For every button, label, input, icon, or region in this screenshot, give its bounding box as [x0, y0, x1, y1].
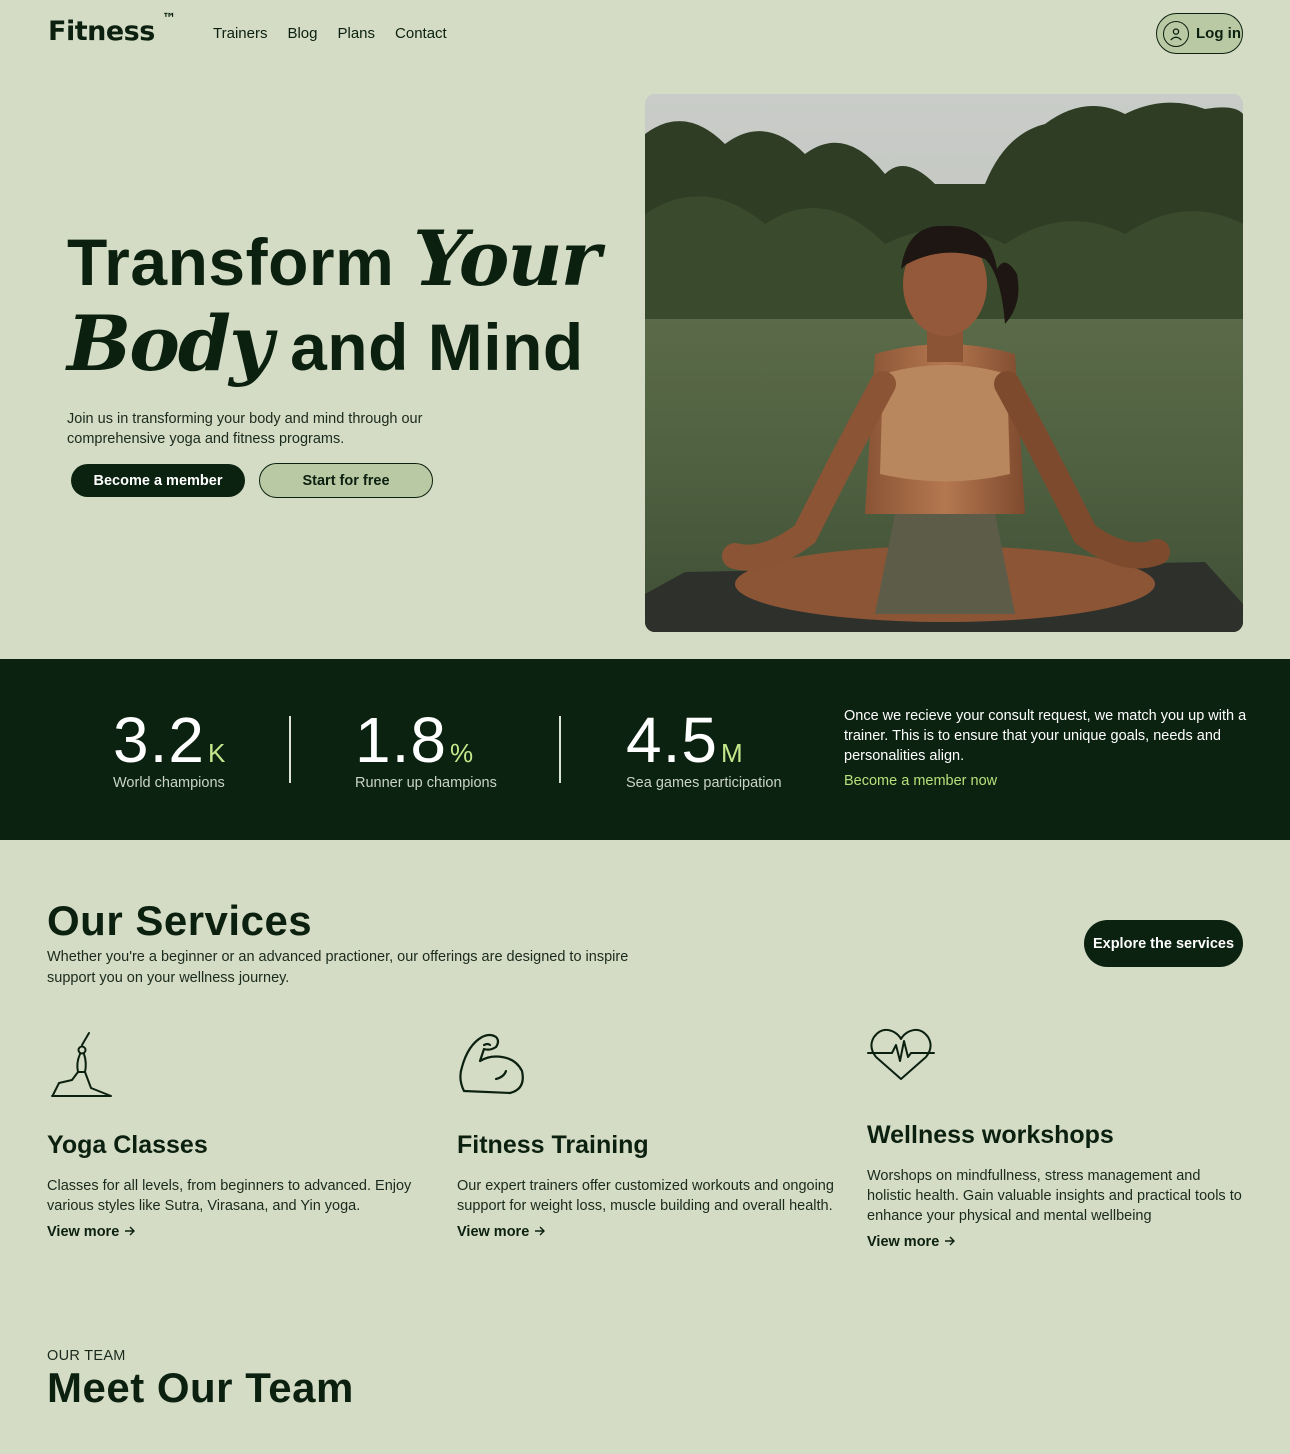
- service-description: Classes for all levels, from beginners t…: [47, 1178, 412, 1214]
- stats-band: 3.2 K World champions 1.8% Runner up cham…: [0, 659, 1290, 840]
- become-member-now-link[interactable]: Become a member now: [844, 773, 997, 789]
- stat-number: 4.5: [626, 704, 718, 776]
- services-title: Our Services: [47, 897, 313, 944]
- stat-number: 3.2: [113, 704, 205, 776]
- arrow-right-icon: [124, 1224, 136, 1240]
- view-more-label: View more: [867, 1234, 940, 1250]
- heartbeat-icon: [866, 1027, 936, 1086]
- become-member-button[interactable]: Become a member: [71, 464, 245, 497]
- service-description: Our expert trainers offer customized wor…: [457, 1178, 834, 1214]
- team-title: Meet Our Team: [47, 1364, 354, 1411]
- top-nav: Fitness ™ Trainers Blog Plans Contact Lo…: [0, 0, 1290, 68]
- explore-services-button[interactable]: Explore the services: [1084, 920, 1243, 967]
- fitness-view-more-link[interactable]: View more: [457, 1224, 546, 1240]
- flexed-arm-icon: [456, 1031, 526, 1102]
- wellness-view-more-link[interactable]: View more: [867, 1234, 956, 1250]
- view-more-label: View more: [457, 1224, 530, 1240]
- hero-photo-illustration: [645, 94, 1243, 632]
- arrow-right-icon: [534, 1224, 546, 1240]
- service-title: Fitness Training: [457, 1131, 649, 1159]
- team-eyebrow: OUR TEAM: [47, 1348, 126, 1364]
- services-subtitle: Whether you're a beginner or an advanced…: [47, 949, 629, 986]
- consult-description: Once we recieve your consult request, we…: [844, 708, 1247, 764]
- stat-unit: %: [449, 738, 474, 768]
- stat-number: 1.8: [355, 704, 447, 776]
- user-circle-icon: [1163, 20, 1189, 47]
- nav-link-plans[interactable]: Plans: [338, 25, 376, 42]
- nav-link-contact[interactable]: Contact: [395, 25, 447, 42]
- site-logo[interactable]: Fitness: [48, 16, 155, 47]
- trademark-mark: ™: [162, 11, 176, 27]
- login-button[interactable]: Log in: [1156, 13, 1243, 54]
- stat-label: Runner up champions: [355, 775, 497, 791]
- stat-unit: M: [720, 738, 743, 768]
- stat-label: World champions: [113, 775, 225, 791]
- hero-photo-meditation: [645, 94, 1243, 632]
- hero-title-word-transform: Transform: [67, 225, 395, 299]
- start-free-button[interactable]: Start for free: [259, 463, 433, 498]
- hero-title-script-body: Body: [67, 299, 273, 388]
- stat-divider: [559, 716, 561, 783]
- yoga-view-more-link[interactable]: View more: [47, 1224, 136, 1240]
- hero-title-script-your: Your: [413, 214, 601, 303]
- hero-title-and-mind: and Mind: [290, 310, 584, 384]
- view-more-label: View more: [47, 1224, 120, 1240]
- nav-link-blog[interactable]: Blog: [287, 25, 317, 42]
- stat-divider: [289, 716, 291, 783]
- stat-unit: K: [207, 738, 226, 768]
- service-title: Yoga Classes: [47, 1131, 208, 1159]
- yoga-pose-icon: [49, 1031, 115, 1104]
- stat-label: Sea games participation: [626, 775, 782, 791]
- hero-subtitle: Join us in transforming your body and mi…: [67, 411, 423, 447]
- service-title: Wellness workshops: [867, 1121, 1114, 1149]
- stat-runner-up: 1.8% Runner up champions: [355, 707, 497, 791]
- stat-sea-games: 4.5 M Sea games participation: [626, 707, 782, 791]
- service-description: Worshops on mindfullness, stress managem…: [867, 1168, 1242, 1224]
- arrow-right-icon: [944, 1234, 956, 1250]
- nav-link-trainers[interactable]: Trainers: [213, 25, 267, 42]
- stat-world-champions: 3.2 K World champions: [113, 707, 225, 791]
- login-label: Log in: [1196, 25, 1241, 42]
- hero-title: Transform Your Body and Mind: [67, 218, 627, 388]
- nav-links: Trainers Blog Plans Contact: [213, 25, 447, 42]
